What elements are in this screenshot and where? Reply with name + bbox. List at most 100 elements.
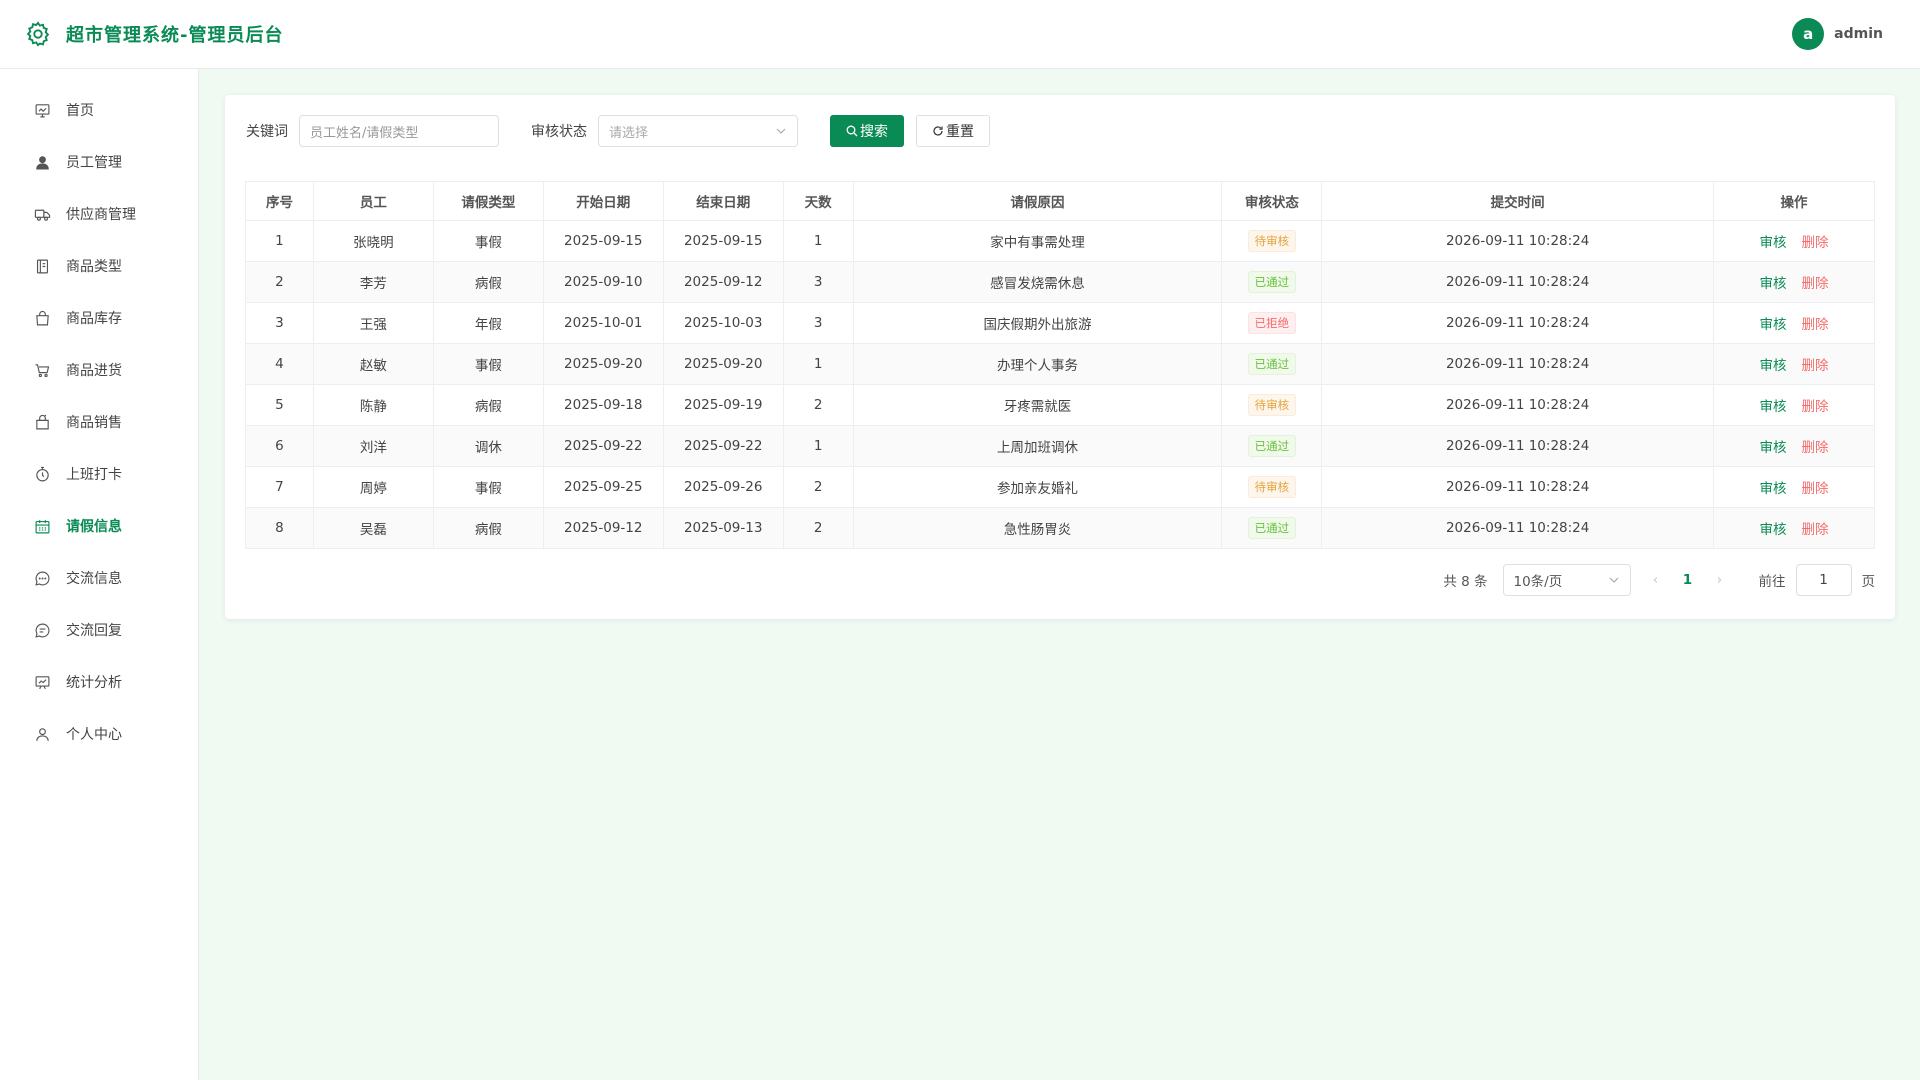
- search-button[interactable]: 搜索: [830, 115, 904, 147]
- sidebar-item-product-types[interactable]: 商品类型: [0, 240, 198, 292]
- sidebar-item-label: 商品销售: [66, 415, 122, 431]
- sidebar-item-clock-in[interactable]: 上班打卡: [0, 448, 198, 500]
- pagination: 共 8 条 10条/页 ‹ 1 › 前往 1 页: [1443, 564, 1875, 596]
- employee-name: 周婷: [312, 466, 434, 508]
- delete-link[interactable]: 删除: [1802, 522, 1829, 538]
- sidebar-item-label: 员工管理: [66, 155, 122, 171]
- status-badge: 待审核: [1247, 394, 1297, 416]
- reset-button[interactable]: 重置: [916, 115, 990, 147]
- audit-link[interactable]: 审核: [1760, 276, 1787, 292]
- chevron-down-icon: [776, 128, 786, 134]
- delete-link[interactable]: 删除: [1802, 399, 1829, 415]
- column-header: 天数: [782, 181, 854, 221]
- leave-reason: 急性肠胃炎: [852, 507, 1223, 549]
- page-number-current[interactable]: 1: [1681, 572, 1695, 588]
- submitted-time: 2026-09-11 10:28:24: [1321, 466, 1715, 508]
- chat-reply-icon: [35, 623, 50, 638]
- leave-list-card: 关键词 员工姓名/请假类型 审核状态 请选择 搜索 重置 序号 员工 请假类型 …: [225, 95, 1895, 619]
- user-menu[interactable]: a admin: [1792, 18, 1883, 50]
- row-number: 1: [245, 220, 314, 262]
- row-number: 2: [245, 261, 314, 303]
- sidebar-item-home[interactable]: 首页: [0, 84, 198, 136]
- status-cell: 已通过: [1221, 261, 1323, 303]
- table-row: 8 吴磊 病假 2025-09-12 2025-09-13 2 急性肠胃炎 已通过 2026-0…: [245, 507, 1875, 549]
- status-placeholder: 请选择: [609, 125, 649, 141]
- audit-link[interactable]: 审核: [1760, 440, 1787, 456]
- audit-link[interactable]: 审核: [1760, 358, 1787, 374]
- leave-type: 事假: [432, 220, 544, 262]
- column-header: 操作: [1713, 181, 1875, 221]
- sidebar-item-label: 商品类型: [66, 259, 122, 275]
- next-page-button[interactable]: ›: [1713, 572, 1727, 588]
- employee-name: 吴磊: [312, 507, 434, 549]
- sidebar-item-label: 上班打卡: [66, 467, 122, 483]
- column-header: 序号: [245, 181, 314, 221]
- submitted-time: 2026-09-11 10:28:24: [1321, 507, 1715, 549]
- audit-link[interactable]: 审核: [1760, 522, 1787, 538]
- column-header: 请假类型: [432, 181, 544, 221]
- table-row: 2 李芳 病假 2025-09-10 2025-09-12 3 感冒发烧需休息 已通过 2026…: [245, 261, 1875, 303]
- leave-type: 调休: [432, 425, 544, 467]
- sidebar-item-profile[interactable]: 个人中心: [0, 708, 198, 760]
- employee-name: 王强: [312, 302, 434, 344]
- delete-link[interactable]: 删除: [1802, 358, 1829, 374]
- status-label: 审核状态: [531, 124, 587, 140]
- delete-link[interactable]: 删除: [1802, 235, 1829, 251]
- sidebar-item-label: 交流回复: [66, 623, 122, 639]
- start-date: 2025-09-12: [542, 507, 664, 549]
- table-row: 1 张晓明 事假 2025-09-15 2025-09-15 1 家中有事需处理 待审核 202…: [245, 220, 1875, 262]
- leave-reason: 国庆假期外出旅游: [852, 302, 1223, 344]
- sidebar-item-label: 统计分析: [66, 675, 122, 691]
- audit-link[interactable]: 审核: [1760, 399, 1787, 415]
- status-cell: 待审核: [1221, 384, 1323, 426]
- status-select[interactable]: 请选择: [598, 115, 798, 147]
- calendar-icon: [35, 519, 50, 533]
- leave-table: 序号 员工 请假类型 开始日期 结束日期 天数 请假原因 审核状态 提交时间 操…: [245, 181, 1875, 549]
- gear-icon: [26, 21, 50, 47]
- avatar[interactable]: a: [1792, 18, 1825, 50]
- sidebar-item-purchasing[interactable]: 商品进货: [0, 344, 198, 396]
- status-badge: 已拒绝: [1247, 312, 1297, 334]
- sidebar-item-statistics[interactable]: 统计分析: [0, 656, 198, 708]
- username[interactable]: admin: [1834, 26, 1883, 42]
- status-badge: 已通过: [1247, 435, 1297, 457]
- sidebar-item-label: 交流信息: [66, 571, 122, 587]
- sidebar-item-sales[interactable]: 商品销售: [0, 396, 198, 448]
- row-number: 7: [245, 466, 314, 508]
- sidebar-item-inventory[interactable]: 商品库存: [0, 292, 198, 344]
- audit-link[interactable]: 审核: [1760, 317, 1787, 333]
- sidebar-item-replies[interactable]: 交流回复: [0, 604, 198, 656]
- status-badge: 待审核: [1247, 230, 1297, 252]
- employee-name: 赵敏: [312, 343, 434, 385]
- start-date: 2025-09-18: [542, 384, 664, 426]
- leave-days: 3: [782, 261, 854, 303]
- sidebar: 首页 员工管理 供应商管理 商品类型 商品库存 商品进货 商品销售 上班打卡 请…: [0, 69, 199, 1080]
- sidebar-item-label: 商品进货: [66, 363, 122, 379]
- sidebar-item-employees[interactable]: 员工管理: [0, 136, 198, 188]
- page-size-value: 10条/页: [1513, 574, 1563, 590]
- leave-type: 病假: [432, 261, 544, 303]
- prev-page-button[interactable]: ‹: [1649, 572, 1663, 588]
- sidebar-item-suppliers[interactable]: 供应商管理: [0, 188, 198, 240]
- delete-link[interactable]: 删除: [1802, 317, 1829, 333]
- brand: 超市管理系统-管理员后台: [24, 20, 283, 48]
- delete-link[interactable]: 删除: [1802, 276, 1829, 292]
- status-badge: 已通过: [1247, 271, 1297, 293]
- delete-link[interactable]: 删除: [1802, 481, 1829, 497]
- delete-link[interactable]: 删除: [1802, 440, 1829, 456]
- leave-days: 1: [782, 220, 854, 262]
- goto-label: 前往: [1758, 574, 1786, 590]
- audit-link[interactable]: 审核: [1760, 481, 1787, 497]
- sidebar-item-messages[interactable]: 交流信息: [0, 552, 198, 604]
- end-date: 2025-09-19: [662, 384, 784, 426]
- top-header: 超市管理系统-管理员后台 a admin: [0, 0, 1920, 69]
- goto-page-input[interactable]: 1: [1795, 564, 1852, 596]
- actions-cell: 审核 删除: [1713, 343, 1875, 385]
- sidebar-item-leave[interactable]: 请假信息: [0, 500, 198, 552]
- chat-icon: [35, 571, 50, 586]
- audit-link[interactable]: 审核: [1760, 235, 1787, 251]
- page-size-select[interactable]: 10条/页: [1502, 564, 1631, 596]
- submitted-time: 2026-09-11 10:28:24: [1321, 261, 1715, 303]
- keyword-input[interactable]: 员工姓名/请假类型: [299, 115, 499, 147]
- actions-cell: 审核 删除: [1713, 220, 1875, 262]
